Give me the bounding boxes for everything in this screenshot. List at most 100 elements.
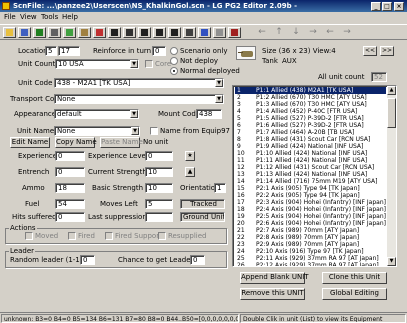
- open-icon[interactable]: [3, 27, 16, 38]
- last-suppression-input[interactable]: [145, 212, 173, 222]
- unit-list[interactable]: 1 P1:1 Allied (438) M2A1 [TK USA] 2 P1:2 Al…: [232, 85, 397, 267]
- menu-view[interactable]: View: [20, 13, 37, 22]
- list-item[interactable]: 19 P2:5 Axis (904) Hohei (Infantry) [INF …: [235, 213, 386, 220]
- appearance-select[interactable]: default ▼: [54, 109, 139, 119]
- paste-name-button[interactable]: Paste Name: [100, 137, 143, 148]
- global-editing-button[interactable]: Global Editing: [322, 288, 387, 300]
- list-item[interactable]: 21 P2:7 Axis (989) 70mm [ATY Japan]: [235, 227, 386, 234]
- list-item[interactable]: 23 P2:9 Axis (989) 70mm [ATY Japan]: [235, 241, 386, 248]
- map-icon[interactable]: [63, 27, 76, 38]
- unit-name-select[interactable]: None ▼: [54, 126, 140, 136]
- terrain-icon[interactable]: [153, 27, 166, 38]
- copy-name-button[interactable]: Copy Name: [55, 137, 97, 148]
- moves-left-input[interactable]: 5: [145, 199, 173, 209]
- maximize-button[interactable]: □: [382, 2, 392, 11]
- fired-checkbox[interactable]: [68, 232, 76, 240]
- list-item[interactable]: 5 P1:5 Allied (527) P-39D-2 [FTR USA]: [235, 115, 386, 122]
- list-item[interactable]: 22 P2:8 Axis (989) 70mm [ATY Japan]: [235, 234, 386, 241]
- basic-strength-input[interactable]: 10: [145, 183, 173, 193]
- list-item[interactable]: 2 P1:2 Allied (670) T30 HMC [ATY USA]: [235, 94, 386, 101]
- grid-icon[interactable]: [108, 27, 121, 38]
- list-item[interactable]: 14 P1:14 Allied (716) 75mm M19 [ATY USA]: [235, 178, 386, 185]
- location-x-input[interactable]: 5: [45, 46, 57, 56]
- print-icon[interactable]: [48, 27, 61, 38]
- list-item[interactable]: 15 P2:1 Axis (905) Type 94 [TK Japan]: [235, 185, 386, 192]
- save-icon[interactable]: [18, 27, 31, 38]
- flag-icon[interactable]: [93, 27, 106, 38]
- list-item[interactable]: 16 P2:2 Axis (905) Type 94 [TK Japan]: [235, 192, 386, 199]
- list-item[interactable]: 4 P1:4 Allied (452) P-40C [FTR USA]: [235, 108, 386, 115]
- list-item[interactable]: 17 P2:3 Axis (904) Hohei (Infantry) [INF …: [235, 199, 386, 206]
- list-item[interactable]: 13 P1:13 Allied (424) National [INF USA]: [235, 171, 386, 178]
- fired-support-checkbox[interactable]: [105, 232, 113, 240]
- ammo-input[interactable]: 18: [55, 183, 85, 193]
- arrow-back-icon[interactable]: ←: [323, 26, 337, 38]
- clone-unit-button[interactable]: Clone this Unit: [322, 272, 387, 284]
- equipment-icon[interactable]: [123, 27, 136, 38]
- scroll-down-icon[interactable]: ▼: [387, 257, 396, 266]
- random-leader-input[interactable]: 0: [80, 255, 95, 265]
- list-item[interactable]: 8 P1:8 Allied (431) Scout Car [RCN USA]: [235, 136, 386, 143]
- minimize-button[interactable]: _: [371, 2, 381, 11]
- list-item[interactable]: 26 P2:12 Axis (929) 37mm RA 97 [AT Japan]: [235, 262, 386, 266]
- exit-icon[interactable]: [228, 27, 241, 38]
- settings-icon[interactable]: [213, 27, 226, 38]
- arrow-left-icon[interactable]: ←: [255, 26, 269, 38]
- list-item[interactable]: 6 P1:6 Allied (527) P-39D-2 [FTR USA]: [235, 122, 386, 129]
- scroll-thumb[interactable]: [387, 98, 396, 128]
- scenario-only-radio[interactable]: [170, 47, 178, 55]
- list-scrollbar[interactable]: ▲ ▼: [387, 86, 396, 266]
- list-item[interactable]: 24 P2:10 Axis (916) Type 97 [TK Japan]: [235, 248, 386, 255]
- scroll-up-icon[interactable]: ▲: [387, 86, 396, 95]
- list-item[interactable]: 10 P1:10 Allied (424) National [INF USA]: [235, 150, 386, 157]
- core-checkbox[interactable]: [145, 60, 153, 68]
- victory-icon[interactable]: [168, 27, 181, 38]
- prev-unit-button[interactable]: <<: [363, 46, 377, 56]
- experience-input[interactable]: 0: [55, 151, 85, 161]
- experience-level-input[interactable]: 0: [145, 151, 173, 161]
- menu-tools[interactable]: Tools: [41, 13, 58, 22]
- transport-code-select[interactable]: None ▼: [54, 94, 224, 104]
- save-as-icon[interactable]: [33, 27, 46, 38]
- mount-code-input[interactable]: 438: [196, 109, 222, 119]
- arrow-forward-icon[interactable]: →: [340, 26, 354, 38]
- arrow-down-icon[interactable]: ↓: [289, 26, 303, 38]
- info-icon[interactable]: [183, 27, 196, 38]
- next-unit-button[interactable]: >>: [380, 46, 394, 56]
- reinforce-input[interactable]: 0: [152, 46, 166, 56]
- menu-help[interactable]: Help: [62, 13, 78, 22]
- list-item[interactable]: 7 P1:7 Allied (464) A-20B [TB USA]: [235, 129, 386, 136]
- unit-country-select[interactable]: 10 USA ▼: [55, 59, 139, 69]
- help-icon[interactable]: [198, 27, 211, 38]
- menu-file[interactable]: File: [4, 13, 16, 22]
- orientation-input[interactable]: 1: [214, 183, 226, 193]
- current-strength-input[interactable]: 10: [145, 167, 173, 177]
- list-item[interactable]: 11 P1:11 Allied (424) National [INF USA]: [235, 157, 386, 164]
- unit-code-select[interactable]: 438 - M2A1 [TK USA] ▼: [54, 78, 224, 88]
- append-blank-unit-button[interactable]: Append Blank UNIT: [240, 272, 309, 284]
- name-from-equip-checkbox[interactable]: [150, 127, 158, 135]
- edit-name-button[interactable]: Edit Name: [10, 137, 50, 148]
- fuel-input[interactable]: 54: [55, 199, 85, 209]
- resupplied-checkbox[interactable]: [158, 232, 166, 240]
- arrow-up-icon[interactable]: ↑: [272, 26, 286, 38]
- list-item[interactable]: 1 P1:1 Allied (438) M2A1 [TK USA]: [235, 87, 386, 94]
- experience-star-icon[interactable]: ★: [185, 151, 195, 161]
- list-item[interactable]: 18 P2:4 Axis (904) Hohei (Infantry) [INF …: [235, 206, 386, 213]
- list-item[interactable]: 9 P1:9 Allied (424) National [INF USA]: [235, 143, 386, 150]
- list-item[interactable]: 12 P1:12 Allied (431) Scout Car [RCN USA]: [235, 164, 386, 171]
- strength-icon[interactable]: ▲: [185, 167, 195, 177]
- arrow-right-icon[interactable]: →: [306, 26, 320, 38]
- hits-suffered-input[interactable]: 0: [55, 212, 85, 222]
- remove-unit-button[interactable]: Remove this UNIT: [240, 288, 305, 300]
- units-icon[interactable]: [78, 27, 91, 38]
- list-item[interactable]: 3 P1:3 Allied (670) T30 HMC [ATY USA]: [235, 101, 386, 108]
- chance-leader-input[interactable]: 0: [190, 255, 205, 265]
- close-button[interactable]: ×: [394, 2, 404, 11]
- list-item[interactable]: 25 P2:11 Axis (929) 37mm RA 97 [AT Japan]: [235, 255, 386, 262]
- list-item[interactable]: 20 P2:6 Axis (904) Hohei (Infantry) [INF …: [235, 220, 386, 227]
- location-y-input[interactable]: 17: [58, 46, 80, 56]
- scenario-icon[interactable]: [138, 27, 151, 38]
- entrench-input[interactable]: 0: [55, 167, 85, 177]
- moved-checkbox[interactable]: [25, 232, 33, 240]
